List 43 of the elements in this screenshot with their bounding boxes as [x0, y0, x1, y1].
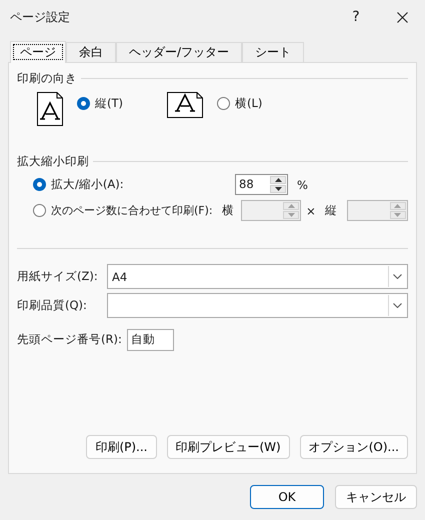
field-label: 用紙サイズ(Z):	[17, 269, 99, 284]
tall-label: 縦	[324, 203, 338, 218]
down-arrow-icon	[394, 213, 402, 217]
tab[interactable]: ページ	[10, 41, 66, 63]
radio-label: 縦(T)	[95, 96, 123, 111]
print-quality-dropdown[interactable]	[107, 293, 408, 318]
radio-label: 拡大/縮小(A):	[51, 177, 124, 192]
field-label: 先頭ページ番号(R):	[17, 332, 123, 347]
down-arrow-icon	[288, 213, 295, 217]
scale-spinbox[interactable]: 88	[235, 174, 288, 195]
window-title: ページ設定	[10, 8, 71, 26]
dialog-button[interactable]: キャンセル	[335, 485, 417, 509]
radio-button[interactable]	[77, 97, 90, 110]
paper-size-dropdown[interactable]: A4	[107, 264, 408, 289]
section-title: 印刷の向き	[17, 71, 77, 86]
radio-button[interactable]	[33, 178, 46, 191]
up-arrow-icon	[274, 178, 282, 182]
tab[interactable]: ヘッダー/フッター	[116, 42, 242, 62]
up-arrow-icon	[288, 204, 295, 208]
help-button[interactable]: ?	[333, 9, 379, 25]
chevron-down-icon	[393, 274, 402, 279]
radio-label: 次のページ数に合わせて印刷(F):	[51, 203, 213, 218]
tab[interactable]: シート	[242, 42, 304, 62]
dialog-action-button[interactable]: オプション(O)...	[300, 435, 408, 459]
section-title: 拡大縮小印刷	[17, 154, 89, 169]
tab[interactable]: 余白	[66, 42, 116, 62]
radio-label: 横(L)	[235, 96, 262, 111]
default-button[interactable]: OK	[250, 485, 324, 509]
landscape-page-icon	[167, 92, 203, 118]
percent-label: %	[297, 178, 308, 192]
chevron-down-icon	[393, 303, 402, 308]
radio-button[interactable]	[33, 204, 46, 217]
dialog-action-button[interactable]: 印刷プレビュー(W)	[166, 435, 290, 459]
first-page-number-field[interactable]: 自動	[127, 328, 174, 350]
times-label: ×	[306, 204, 316, 218]
radio-button[interactable]	[217, 97, 230, 110]
wide-label: 横	[222, 203, 235, 218]
portrait-page-icon	[37, 92, 63, 126]
down-arrow-icon	[274, 187, 282, 191]
field-label: 印刷品質(Q):	[17, 298, 88, 313]
up-arrow-icon	[394, 204, 402, 208]
close-icon	[396, 12, 408, 22]
dialog-action-button[interactable]: 印刷(P)...	[86, 435, 156, 459]
